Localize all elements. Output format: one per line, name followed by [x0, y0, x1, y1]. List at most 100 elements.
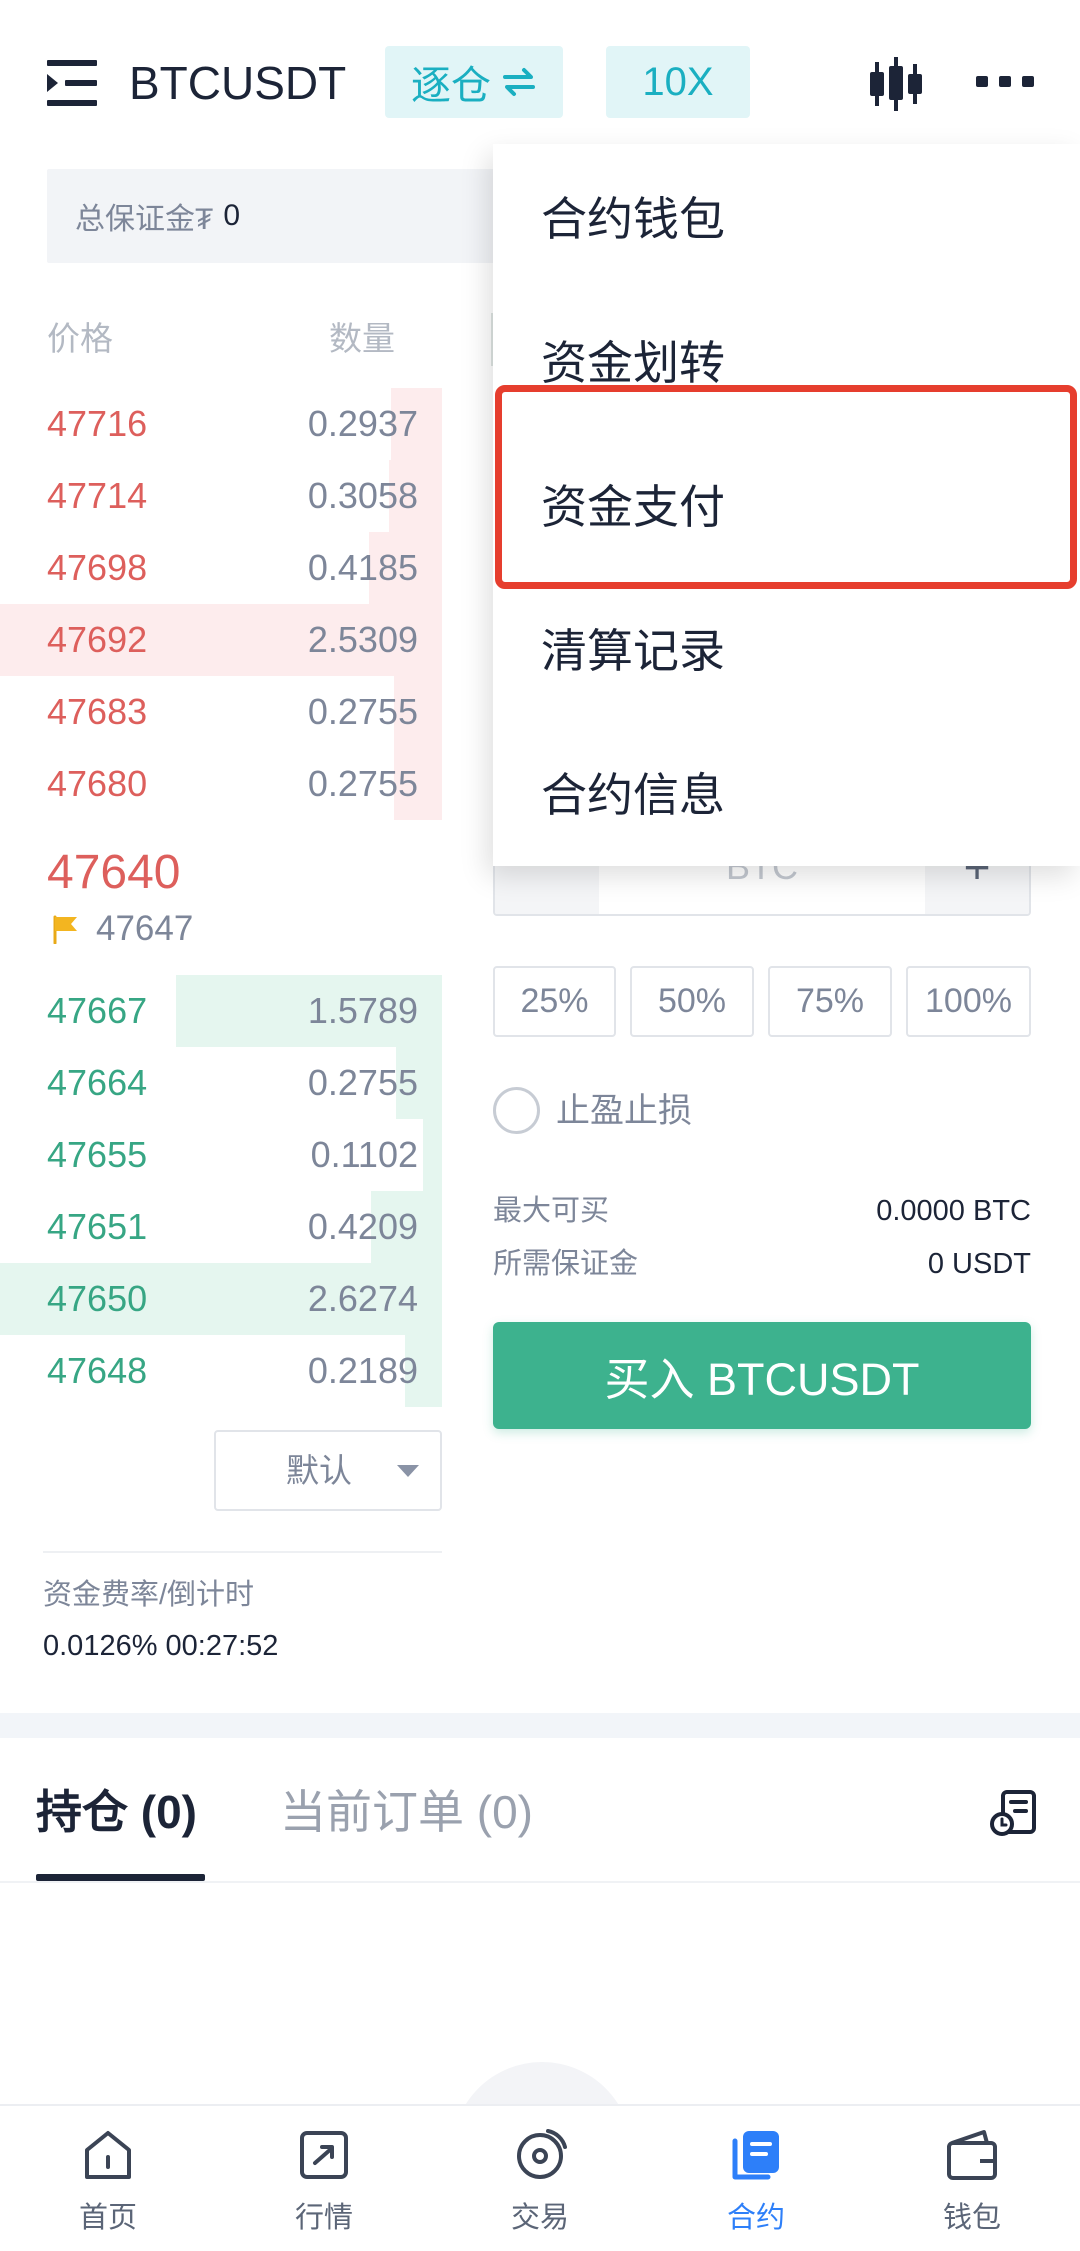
futures-trade-screen: BTCUSDT 逐仓 10X 总保证金₮ 0 价格 数量 47716 0.293… [0, 0, 1080, 2251]
ask-amount: 0.2937 [307, 403, 418, 444]
bid-row[interactable]: 47648 0.2189 [0, 1335, 442, 1407]
nav-label: 交易 [510, 2202, 569, 2234]
nav-wallet[interactable]: 钱包 [864, 2106, 1080, 2251]
ask-price: 47714 [47, 475, 148, 516]
orderbook-price-header: 价格 [47, 320, 113, 357]
required-margin-value: 0 USDT [927, 1248, 1031, 1280]
flag-icon [50, 914, 80, 945]
bid-amount: 2.6274 [307, 1278, 418, 1319]
ask-price: 47680 [47, 763, 148, 804]
bid-price: 47667 [47, 990, 148, 1031]
menu-fold-icon[interactable] [47, 60, 97, 106]
depth-mode-select[interactable]: 默认 [214, 1430, 442, 1511]
nav-label: 首页 [78, 2202, 137, 2234]
ask-amount: 0.2755 [307, 763, 418, 804]
margin-mode-label: 逐仓 [411, 64, 491, 108]
market-icon [300, 2131, 348, 2179]
percent-75-button[interactable]: 75% [768, 966, 892, 1037]
ask-amount: 0.3058 [307, 475, 418, 516]
bid-price: 47664 [47, 1062, 148, 1103]
orderbook-bids: 47667 1.5789 47664 0.2755 47655 0.1102 4… [0, 975, 442, 1407]
bid-amount: 0.4209 [307, 1206, 418, 1247]
bid-price: 47655 [47, 1134, 148, 1175]
nav-market[interactable]: 行情 [216, 2106, 432, 2251]
tp-sl-radio[interactable] [493, 1087, 540, 1134]
margin-mode-button[interactable]: 逐仓 [385, 46, 563, 118]
candlestick-icon[interactable] [869, 56, 923, 112]
tab-positions[interactable]: 持仓 (0) [36, 1784, 197, 1840]
mark-price: 47647 [96, 909, 194, 948]
total-margin-value: 0 [223, 199, 241, 232]
bid-amount: 0.2189 [307, 1350, 418, 1391]
max-buy-value: 0.0000 BTC [876, 1195, 1031, 1227]
leverage-button[interactable]: 10X [606, 46, 750, 118]
section-separator [0, 1713, 1080, 1738]
ask-row[interactable]: 47698 0.4185 [0, 532, 442, 604]
bid-amount: 0.1102 [310, 1134, 418, 1175]
menu-item-fund-payment[interactable]: 资金支付 [493, 432, 1080, 576]
nav-label: 合约 [726, 2202, 785, 2234]
ask-amount: 0.2755 [307, 691, 418, 732]
menu-item-contract-wallet[interactable]: 合约钱包 [493, 144, 1080, 288]
bid-price: 47648 [47, 1350, 148, 1391]
home-icon [85, 2131, 131, 2179]
percent-50-button[interactable]: 50% [630, 966, 754, 1037]
bid-amount: 0.2755 [307, 1062, 418, 1103]
max-buy-label: 最大可买 [493, 1195, 610, 1227]
percent-100-button[interactable]: 100% [906, 966, 1031, 1037]
nav-label: 钱包 [942, 2202, 1001, 2234]
buy-button[interactable]: 买入 BTCUSDT [493, 1322, 1031, 1429]
bid-row[interactable]: 47655 0.1102 [0, 1119, 442, 1191]
percent-25-button[interactable]: 25% [493, 966, 616, 1037]
last-price: 47640 [47, 846, 181, 899]
bid-depth-bar [423, 1119, 442, 1191]
active-tab-indicator [36, 1874, 205, 1881]
bid-row[interactable]: 47650 2.6274 [0, 1263, 442, 1335]
bid-price: 47651 [47, 1206, 148, 1247]
divider [0, 1881, 1080, 1883]
nav-trade[interactable]: 交易 [432, 2106, 648, 2251]
contract-icon [732, 2131, 779, 2180]
leverage-label: 10X [642, 59, 714, 104]
ask-price: 47692 [47, 619, 148, 660]
orderbook-asks: 47716 0.2937 47714 0.3058 47698 0.4185 4… [0, 388, 442, 820]
ask-amount: 2.5309 [307, 619, 418, 660]
bid-price: 47650 [47, 1278, 148, 1319]
trade-icon [517, 2129, 567, 2179]
menu-item-contract-info[interactable]: 合约信息 [493, 720, 1080, 864]
menu-item-liquidation-records[interactable]: 清算记录 [493, 576, 1080, 720]
nav-contract[interactable]: 合约 [648, 2106, 864, 2251]
bid-amount: 1.5789 [307, 990, 418, 1031]
tab-open-orders[interactable]: 当前订单 (0) [280, 1784, 533, 1840]
ask-row[interactable]: 47680 0.2755 [0, 748, 442, 820]
symbol-title[interactable]: BTCUSDT [129, 55, 346, 111]
ask-price: 47698 [47, 547, 148, 588]
more-icon[interactable] [976, 74, 1034, 90]
bid-row[interactable]: 47664 0.2755 [0, 1047, 442, 1119]
bid-row[interactable]: 47651 0.4209 [0, 1191, 442, 1263]
ask-price: 47716 [47, 403, 148, 444]
ask-row[interactable]: 47683 0.2755 [0, 676, 442, 748]
caret-down-icon [397, 1465, 419, 1477]
orderbook-amount-header: 数量 [329, 320, 395, 357]
divider [43, 1551, 442, 1553]
bid-row[interactable]: 47667 1.5789 [0, 975, 442, 1047]
order-history-icon[interactable] [988, 1788, 1038, 1838]
wallet-icon [947, 2130, 997, 2180]
ask-price: 47683 [47, 691, 148, 732]
ask-row[interactable]: 47716 0.2937 [0, 388, 442, 460]
total-margin-label: 总保证金₮ [75, 203, 214, 236]
funding-rate-value: 0.0126% 00:27:52 [43, 1630, 279, 1662]
swap-icon [503, 68, 535, 96]
nav-home[interactable]: 首页 [0, 2106, 216, 2251]
ask-row[interactable]: 47714 0.3058 [0, 460, 442, 532]
tp-sl-label[interactable]: 止盈止损 [556, 1091, 692, 1131]
depth-mode-value: 默认 [286, 1452, 352, 1489]
ask-row[interactable]: 47692 2.5309 [0, 604, 442, 676]
nav-label: 行情 [294, 2202, 353, 2234]
bottom-nav: 首页 行情 交易 合约 钱包 [0, 2104, 1080, 2251]
funding-rate-label: 资金费率/倒计时 [43, 1579, 255, 1611]
required-margin-label: 所需保证金 [493, 1248, 639, 1280]
menu-item-fund-transfer[interactable]: 资金划转 [493, 288, 1080, 432]
more-dropdown-menu: 合约钱包 资金划转 资金支付 清算记录 合约信息 [493, 144, 1080, 866]
